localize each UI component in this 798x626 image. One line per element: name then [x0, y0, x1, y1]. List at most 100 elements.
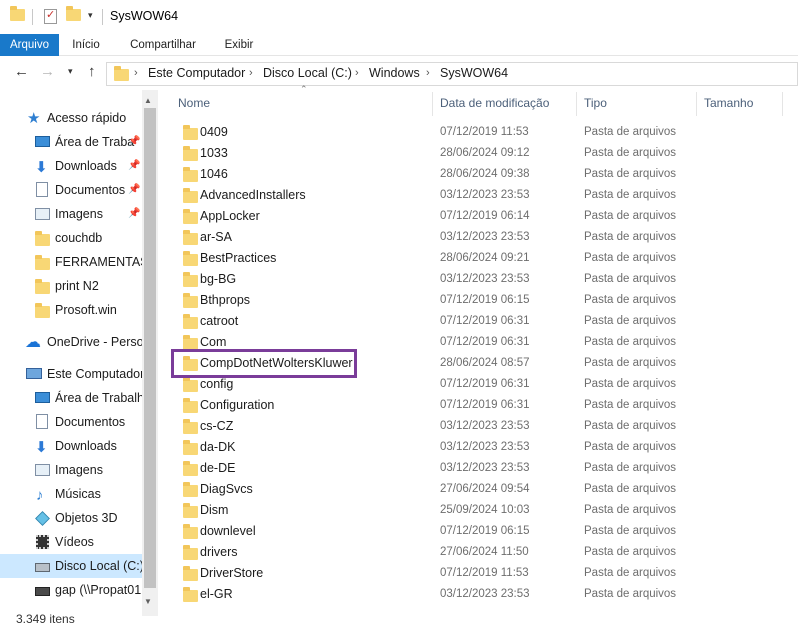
folder-icon — [35, 255, 50, 270]
column-header-date[interactable]: Data de modificação — [440, 96, 549, 110]
breadcrumb-this-pc[interactable]: Este Computador — [148, 66, 245, 80]
nav-item-network-drive[interactable]: gap (\\Propat01 — [0, 578, 142, 602]
folder-icon — [114, 66, 129, 81]
new-folder-icon[interactable] — [66, 6, 81, 21]
forward-arrow-icon[interactable]: → — [40, 63, 55, 80]
up-arrow-icon[interactable]: ↑ — [88, 63, 96, 80]
file-name: AdvancedInstallers — [200, 188, 306, 202]
file-row[interactable]: downlevel 07/12/2019 06:15 Pasta de arquiv… — [176, 521, 736, 542]
nav-item-this-pc[interactable]: Este Computador — [0, 362, 142, 386]
file-name: el-GR — [200, 587, 233, 601]
column-divider[interactable] — [432, 92, 433, 116]
column-divider[interactable] — [576, 92, 577, 116]
nav-item-documents[interactable]: Documentos — [0, 410, 142, 434]
folder-icon — [35, 303, 50, 318]
breadcrumb-windows[interactable]: Windows — [369, 66, 420, 80]
address-bar[interactable]: › Este Computador › Disco Local (C:) › W… — [106, 62, 798, 86]
file-row[interactable]: AppLocker 07/12/2019 06:14 Pasta de arquiv… — [176, 206, 736, 227]
file-row[interactable]: da-DK 03/12/2023 23:53 Pasta de arquivos — [176, 437, 736, 458]
nav-item-pictures-pinned[interactable]: Imagens 📌 — [0, 202, 142, 226]
nav-item-documents-pinned[interactable]: Documentos 📌 — [0, 178, 142, 202]
ribbon-tabs: Arquivo Início Compartilhar Exibir — [0, 34, 798, 56]
file-row[interactable]: ar-SA 03/12/2023 23:53 Pasta de arquivos — [176, 227, 736, 248]
chevron-right-icon[interactable]: › — [249, 67, 253, 79]
file-type: Pasta de arquivos — [584, 315, 677, 327]
tab-home[interactable]: Início — [63, 34, 109, 56]
folder-icon — [183, 524, 198, 539]
column-divider[interactable] — [696, 92, 697, 116]
nav-item-downloads-pinned[interactable]: ⬇ Downloads 📌 — [0, 154, 142, 178]
folder-icon — [183, 251, 198, 266]
status-item-count: 3.349 itens — [16, 612, 75, 626]
pictures-icon — [35, 464, 50, 476]
file-name: 1033 — [200, 146, 228, 160]
onedrive-icon: ☁ — [25, 334, 41, 351]
file-date: 27/06/2024 11:50 — [440, 546, 529, 558]
nav-item-downloads[interactable]: ⬇ Downloads — [0, 434, 142, 458]
folder-icon — [35, 231, 50, 246]
file-row[interactable]: Bthprops 07/12/2019 06:15 Pasta de arquivo… — [176, 290, 736, 311]
nav-item-onedrive[interactable]: ☁ OneDrive - Persor — [0, 330, 142, 354]
file-row[interactable]: 0409 07/12/2019 11:53 Pasta de arquivos — [176, 122, 736, 143]
file-row[interactable]: cs-CZ 03/12/2023 23:53 Pasta de arquivos — [176, 416, 736, 437]
nav-item-videos[interactable]: Vídeos — [0, 530, 142, 554]
column-header-size[interactable]: Tamanho — [704, 96, 753, 110]
chevron-right-icon[interactable]: › — [426, 67, 430, 79]
file-row[interactable]: DriverStore 07/12/2019 11:53 Pasta de arqu… — [176, 563, 736, 584]
nav-item-quick-access[interactable]: ★ Acesso rápido — [0, 106, 142, 130]
scroll-up-icon[interactable]: ▲ — [144, 96, 152, 105]
pin-icon: 📌 — [128, 136, 141, 147]
file-name: Com — [200, 335, 227, 349]
tab-share[interactable]: Compartilhar — [120, 34, 206, 56]
nav-item-3d-objects[interactable]: Objetos 3D — [0, 506, 142, 530]
file-row[interactable]: 1046 28/06/2024 09:38 Pasta de arquivos — [176, 164, 736, 185]
scroll-down-icon[interactable]: ▼ — [144, 597, 152, 606]
folder-icon — [183, 188, 198, 203]
file-row[interactable]: 1033 28/06/2024 09:12 Pasta de arquivos — [176, 143, 736, 164]
file-row[interactable]: de-DE 03/12/2023 23:53 Pasta de arquivos — [176, 458, 736, 479]
chevron-right-icon[interactable]: › — [134, 67, 138, 79]
nav-item-desktop-pinned[interactable]: Área de Traba 📌 — [0, 130, 142, 154]
breadcrumb-syswow64[interactable]: SysWOW64 — [440, 66, 508, 80]
breadcrumb-local-disk[interactable]: Disco Local (C:) — [263, 66, 352, 80]
divider — [32, 9, 33, 25]
file-row[interactable]: el-GR 03/12/2023 23:53 Pasta de arquivos — [176, 584, 736, 605]
file-name: catroot — [200, 314, 239, 328]
scrollbar-thumb[interactable] — [144, 108, 156, 588]
navigation-bar: ← → ▾ ↑ › Este Computador › Disco Local … — [0, 57, 798, 90]
file-row[interactable]: bg-BG 03/12/2023 23:53 Pasta de arquivos — [176, 269, 736, 290]
nav-item-local-disk[interactable]: Disco Local (C:) — [0, 554, 142, 578]
nav-item-desktop[interactable]: Área de Trabalho — [0, 386, 142, 410]
tab-view[interactable]: Exibir — [217, 34, 261, 56]
desktop-icon — [35, 392, 50, 403]
nav-item-music[interactable]: ♪ Músicas — [0, 482, 142, 506]
file-row[interactable]: BestPractices 28/06/2024 09:21 Pasta de ar… — [176, 248, 736, 269]
file-row[interactable]: Configuration 07/12/2019 06:31 Pasta de ar… — [176, 395, 736, 416]
customize-toolbar-icon[interactable]: ▾ — [88, 10, 93, 21]
file-row[interactable]: DiagSvcs 27/06/2024 09:54 Pasta de arquivo… — [176, 479, 736, 500]
properties-icon[interactable] — [44, 8, 57, 24]
column-divider[interactable] — [782, 92, 783, 116]
file-name: DriverStore — [200, 566, 264, 580]
nav-item-pictures[interactable]: Imagens — [0, 458, 142, 482]
tab-file[interactable]: Arquivo — [0, 34, 59, 56]
file-date: 07/12/2019 06:31 — [440, 399, 530, 411]
nav-item-prosoft[interactable]: Prosoft.win — [0, 298, 142, 322]
nav-item-couchdb[interactable]: couchdb — [0, 226, 142, 250]
nav-item-print-n2[interactable]: print N2 — [0, 274, 142, 298]
chevron-right-icon[interactable]: › — [355, 67, 359, 79]
music-icon: ♪ — [36, 487, 44, 504]
nav-item-ferramentas[interactable]: FERRAMENTAS — [0, 250, 142, 274]
file-row[interactable]: drivers 27/06/2024 11:50 Pasta de arquivos — [176, 542, 736, 563]
file-row[interactable]: AdvancedInstallers 03/12/2023 23:53 Pasta … — [176, 185, 736, 206]
pictures-icon — [35, 208, 50, 220]
column-header-type[interactable]: Tipo — [584, 96, 607, 110]
file-row[interactable]: Dism 25/09/2024 10:03 Pasta de arquivos — [176, 500, 736, 521]
file-type: Pasta de arquivos — [584, 210, 677, 222]
column-header-name[interactable]: Nome — [178, 96, 210, 110]
file-row[interactable]: catroot 07/12/2019 06:31 Pasta de arquivos — [176, 311, 736, 332]
folder-icon[interactable] — [10, 6, 25, 21]
recent-locations-icon[interactable]: ▾ — [68, 66, 73, 77]
file-type: Pasta de arquivos — [584, 126, 677, 138]
back-arrow-icon[interactable]: ← — [14, 63, 29, 80]
